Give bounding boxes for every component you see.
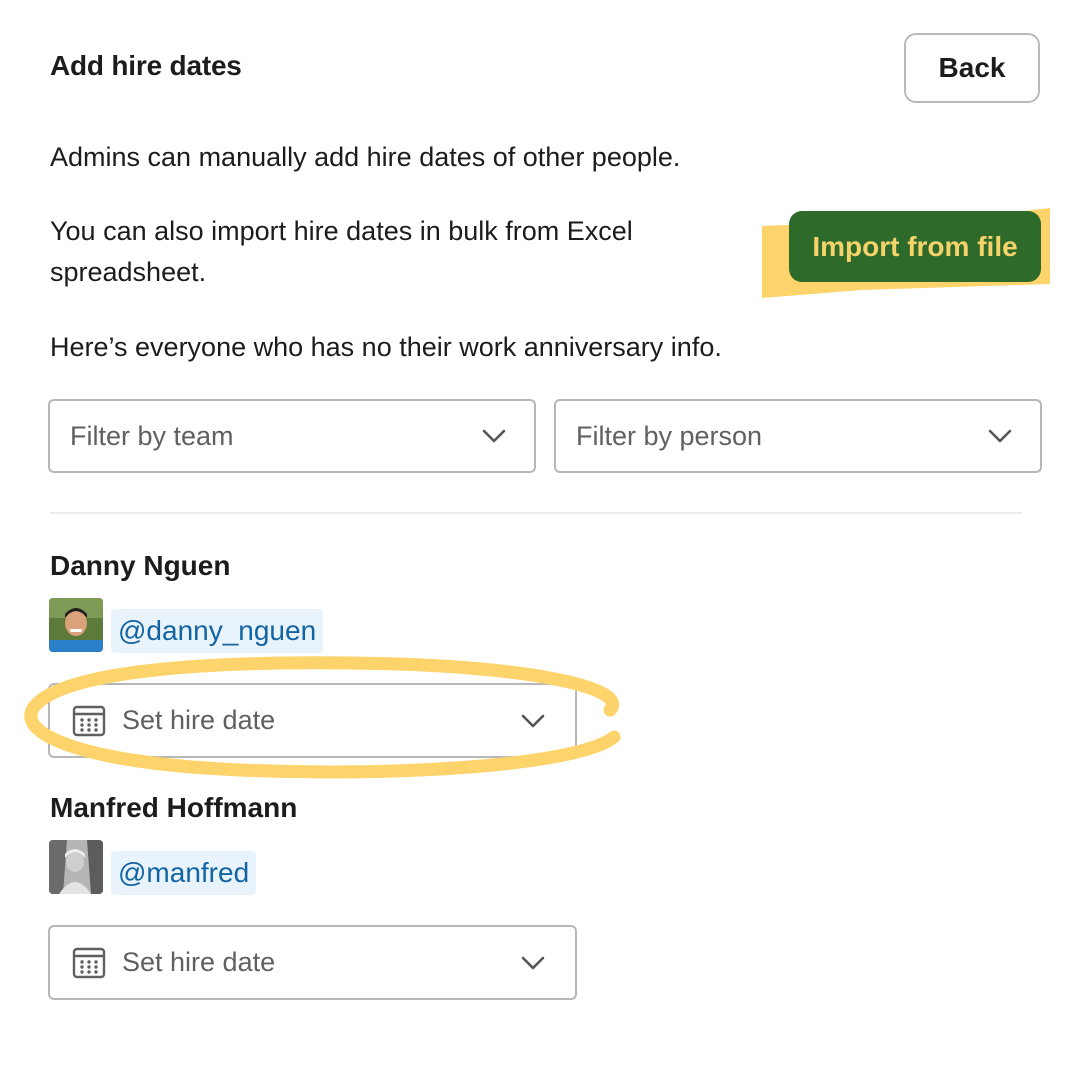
chevron-down-icon	[521, 714, 545, 727]
person-name: Danny Nguen	[50, 550, 231, 581]
import-from-file-button[interactable]: Import from file	[789, 211, 1041, 282]
calendar-icon	[72, 705, 106, 736]
avatar	[49, 598, 103, 652]
calendar-icon	[72, 947, 106, 978]
hire-date-placeholder: Set hire date	[122, 705, 276, 735]
intro-everyone-text: Here’s everyone who has no their work an…	[50, 332, 722, 362]
filter-person-placeholder: Filter by person	[576, 420, 763, 451]
set-hire-date-select[interactable]: Set hire date	[48, 683, 577, 758]
back-button[interactable]: Back	[904, 33, 1040, 103]
set-hire-date-select[interactable]: Set hire date	[48, 925, 577, 1000]
page-title: Add hire dates	[50, 50, 242, 81]
filter-by-person-select[interactable]: Filter by person	[554, 399, 1042, 473]
user-mention[interactable]: @danny_nguen	[111, 609, 324, 653]
avatar	[49, 840, 103, 894]
chevron-down-icon	[988, 429, 1012, 443]
user-mention[interactable]: @manfred	[111, 851, 257, 895]
intro-import-text: You can also import hire dates in bulk f…	[50, 216, 633, 287]
hire-date-placeholder: Set hire date	[122, 947, 276, 977]
divider	[50, 512, 1022, 514]
person-name: Manfred Hoffmann	[50, 792, 298, 823]
chevron-down-icon	[521, 956, 545, 969]
intro-manual-text: Admins can manually add hire dates of ot…	[50, 142, 681, 172]
filter-team-placeholder: Filter by team	[70, 420, 234, 451]
chevron-down-icon	[482, 429, 506, 443]
filter-by-team-select[interactable]: Filter by team	[48, 399, 536, 473]
